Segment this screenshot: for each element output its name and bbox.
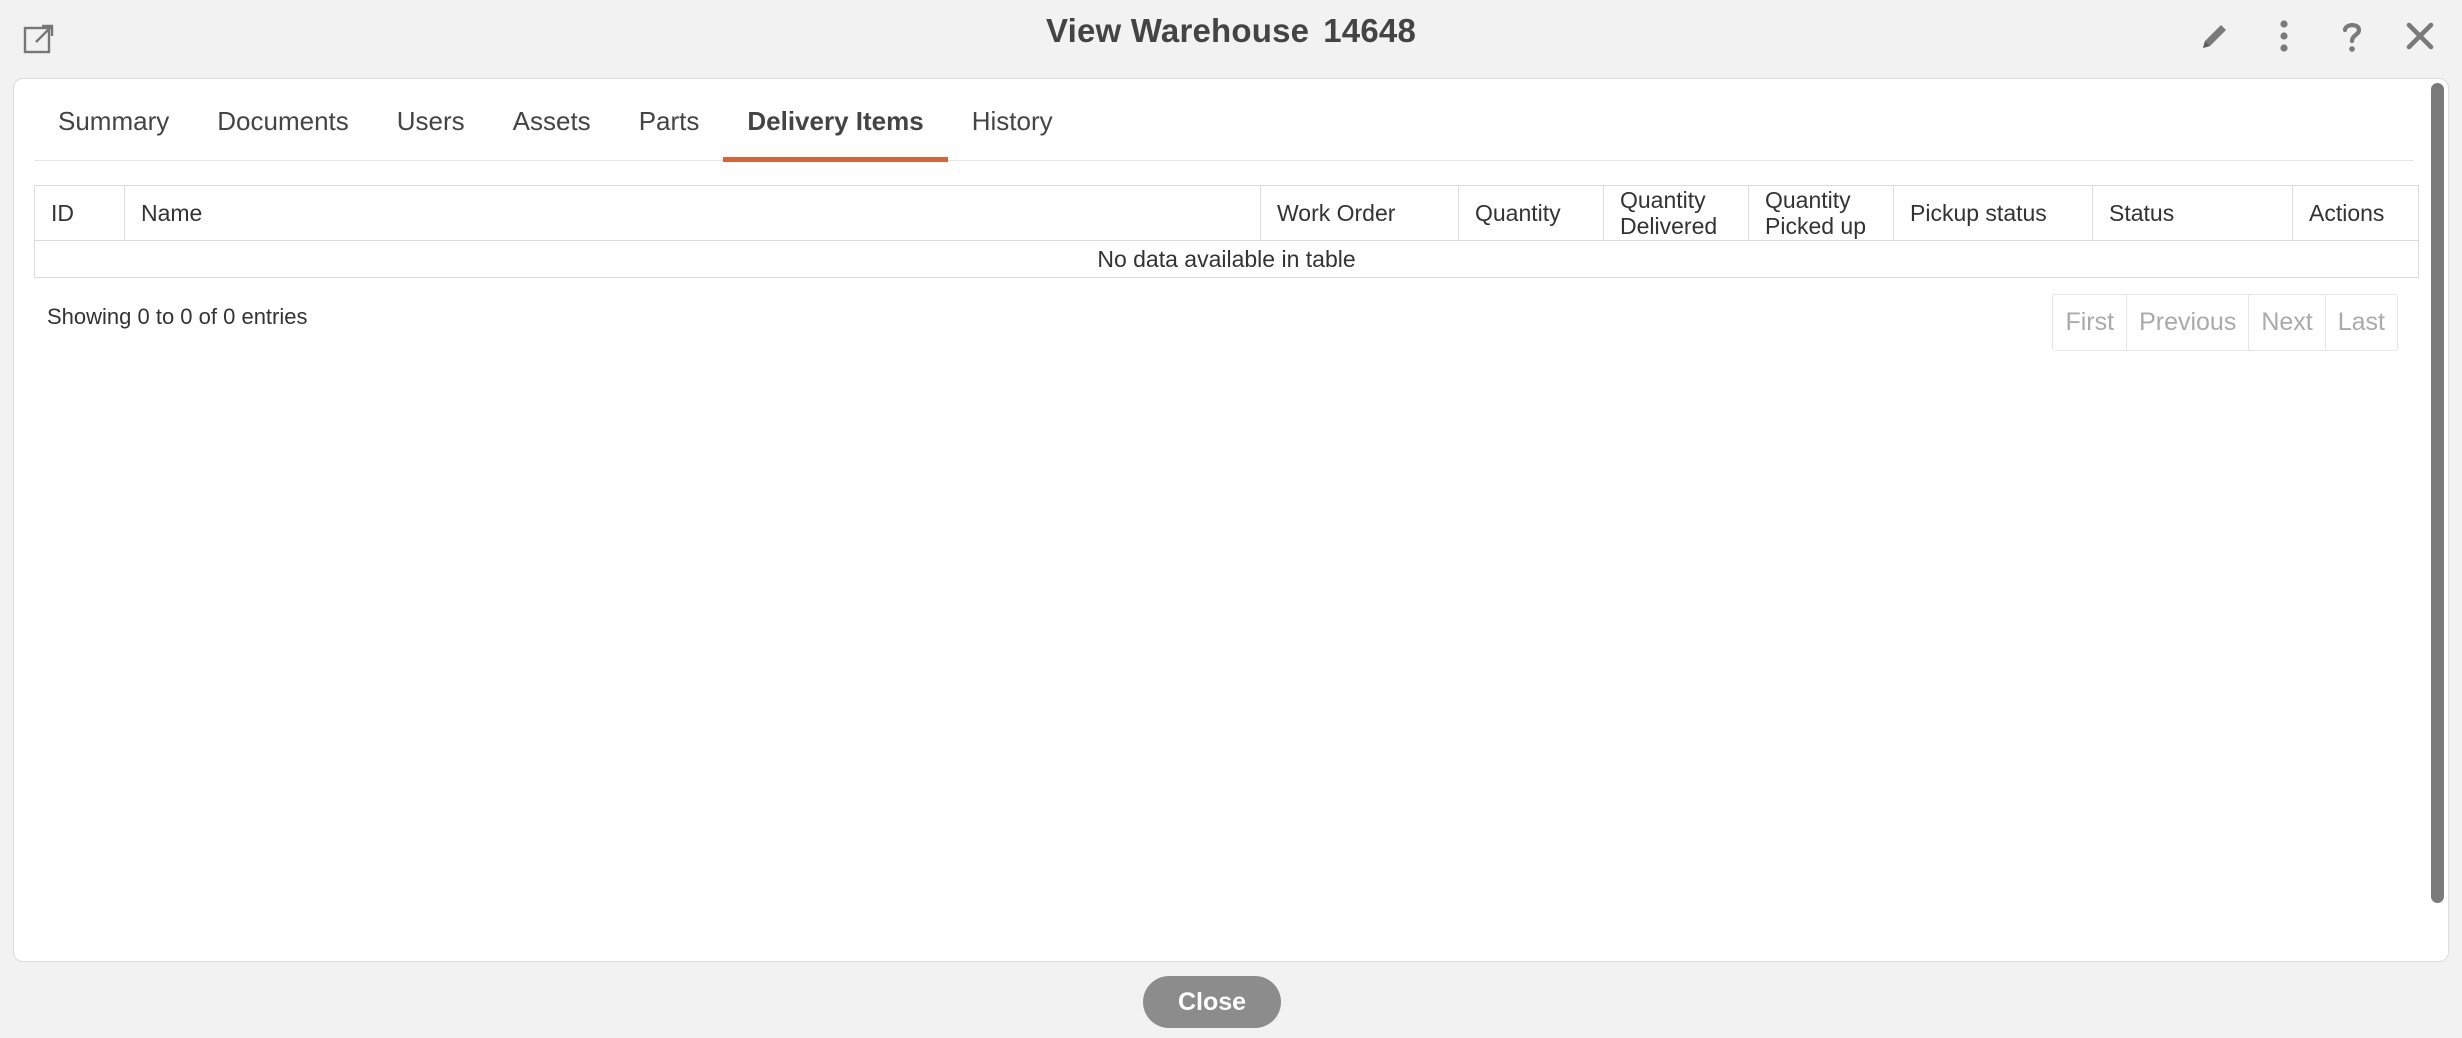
column-header-label-line2: Picked up (1765, 213, 1867, 239)
delivery-items-table: ID Name Work Order Quantity Quantity Deli… (34, 185, 2419, 278)
empty-table-message: No data available in table (34, 240, 2419, 278)
tab-delivery-items[interactable]: Delivery Items (723, 82, 949, 162)
column-header-actions: Actions (2292, 185, 2419, 241)
pagination-first-button[interactable]: First (2053, 295, 2126, 350)
page-title: View Warehouse 14648 (0, 12, 2462, 50)
column-header-label: Quantity (1475, 200, 1561, 226)
column-header-quantity[interactable]: Quantity (1458, 185, 1604, 241)
table-header-row: ID Name Work Order Quantity Quantity Deli… (34, 185, 2419, 241)
modal-window: View Warehouse 14648 Summary Documents U… (0, 0, 2462, 1038)
column-header-pickup-status[interactable]: Pickup status (1893, 185, 2093, 241)
tab-documents[interactable]: Documents (193, 82, 373, 160)
column-header-status[interactable]: Status (2092, 185, 2293, 241)
pencil-icon[interactable] (2197, 18, 2233, 54)
pagination-previous-button[interactable]: Previous (2126, 295, 2248, 350)
tab-history[interactable]: History (948, 82, 1077, 160)
help-icon[interactable] (2334, 18, 2370, 54)
tab-parts[interactable]: Parts (615, 82, 724, 160)
modal-header: View Warehouse 14648 (0, 0, 2462, 70)
tab-assets[interactable]: Assets (489, 82, 615, 160)
column-header-quantity-picked-up[interactable]: Quantity Picked up (1748, 185, 1894, 241)
column-header-label-line2: Delivered (1620, 213, 1718, 239)
column-header-label: Work Order (1277, 200, 1396, 226)
pagination: First Previous Next Last (2052, 294, 2398, 351)
column-header-quantity-delivered[interactable]: Quantity Delivered (1603, 185, 1749, 241)
pagination-last-button[interactable]: Last (2324, 295, 2397, 350)
column-header-label: Pickup status (1910, 200, 2047, 226)
scrollbar-thumb[interactable] (2431, 83, 2444, 903)
column-header-label: Status (2109, 200, 2175, 226)
column-header-label: ID (51, 200, 74, 226)
column-header-label: Quantity (1765, 187, 1851, 213)
close-icon[interactable] (2402, 18, 2438, 54)
tab-bar: Summary Documents Users Assets Parts Del… (34, 79, 2414, 162)
content-panel: Summary Documents Users Assets Parts Del… (13, 78, 2449, 962)
column-header-label: Quantity (1620, 187, 1706, 213)
tab-summary[interactable]: Summary (34, 82, 193, 160)
table-info: Showing 0 to 0 of 0 entries (47, 304, 308, 329)
column-header-name[interactable]: Name (124, 185, 1261, 241)
column-header-work-order[interactable]: Work Order (1260, 185, 1459, 241)
table-row-empty: No data available in table (34, 240, 2419, 278)
more-vertical-icon[interactable] (2266, 18, 2302, 54)
column-header-id[interactable]: ID (34, 185, 125, 241)
warehouse-number: 14648 (1323, 12, 1416, 49)
tab-users[interactable]: Users (373, 82, 489, 160)
column-header-label: Actions (2309, 200, 2385, 226)
column-header-label: Name (141, 200, 203, 226)
page-title-text: View Warehouse (1046, 12, 1310, 49)
close-button[interactable]: Close (1143, 976, 1281, 1028)
pagination-next-button[interactable]: Next (2248, 295, 2324, 350)
